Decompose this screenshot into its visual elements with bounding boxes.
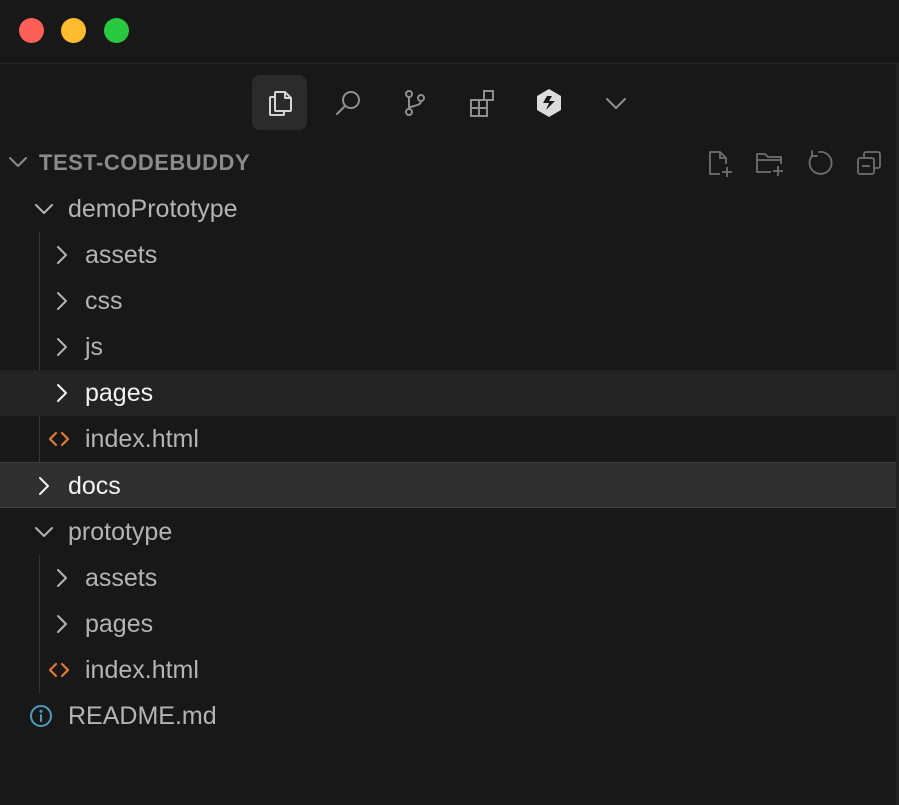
tree-item-label: pages [85,379,154,407]
tree-item-label: assets [85,241,158,269]
tree-item-label: assets [85,564,158,592]
zoom-window-button[interactable] [104,18,129,43]
chevron-down-icon [35,204,53,214]
tree-item-assets[interactable]: assets [0,232,896,278]
tree-item-index-html[interactable]: index.html [0,416,896,462]
search-tab[interactable] [320,75,375,130]
info-icon [30,705,52,727]
chevron-right-icon [57,569,67,587]
codebuddy-icon [536,88,561,117]
chevron-right-icon [57,384,67,402]
tree-item-label: pages [85,610,154,638]
tree-item-label: docs [68,472,121,500]
chevron-right-icon [57,292,67,310]
chevron-right-icon [57,338,67,356]
new-file-button[interactable] [702,146,736,180]
workspace-title: TEST-CODEBUDDY [39,150,251,175]
more-views-button[interactable] [588,75,643,130]
new-folder-button[interactable] [752,146,786,180]
title-bar [0,0,899,64]
chevron-right-icon [57,615,67,633]
html-file-icon [48,431,70,447]
new-file-icon [709,151,732,177]
chevron-down-icon [9,157,27,167]
tree-item-js[interactable]: js [0,324,896,370]
explorer-section-header[interactable]: TEST-CODEBUDDY [0,140,899,184]
tree-item-label: js [85,333,104,361]
chevron-right-icon [39,477,49,495]
codebuddy-tab[interactable] [521,75,576,130]
tree-item-pages[interactable]: pages [0,601,896,647]
extensions-tab[interactable] [454,75,509,130]
collapse-all-icon [857,151,881,175]
chevron-down-icon [35,527,53,537]
tree-item-label: prototype [68,518,173,546]
tree-item-demoprototype[interactable]: demoPrototype [0,186,896,232]
tree-item-docs[interactable]: docs [0,462,896,508]
new-folder-icon [756,153,783,176]
tree-item-label: demoPrototype [68,195,238,223]
explorer-tab[interactable] [252,75,307,130]
tree-item-readme[interactable]: README.md [0,693,896,739]
tree-item-label: css [85,287,123,315]
html-file-icon [48,662,70,678]
source-control-icon [404,89,425,116]
files-icon [268,90,292,116]
tree-item-index-html[interactable]: index.html [0,647,896,693]
minimize-window-button[interactable] [61,18,86,43]
extensions-icon [469,89,494,117]
tree-item-label: index.html [85,425,199,453]
tree-item-css[interactable]: css [0,278,896,324]
activity-bar [0,64,899,140]
tree-item-assets[interactable]: assets [0,555,896,601]
chevron-down-icon [605,97,626,109]
tree-item-label: index.html [85,656,199,684]
tree-item-label: README.md [68,702,217,730]
tree-item-prototype[interactable]: prototype [0,509,896,555]
tree-item-pages[interactable]: pages [0,370,896,416]
collapse-all-button[interactable] [852,146,886,180]
refresh-icon [808,150,833,175]
source-control-tab[interactable] [387,75,442,130]
search-icon [335,90,360,115]
close-window-button[interactable] [19,18,44,43]
chevron-right-icon [57,246,67,264]
refresh-button[interactable] [802,146,836,180]
